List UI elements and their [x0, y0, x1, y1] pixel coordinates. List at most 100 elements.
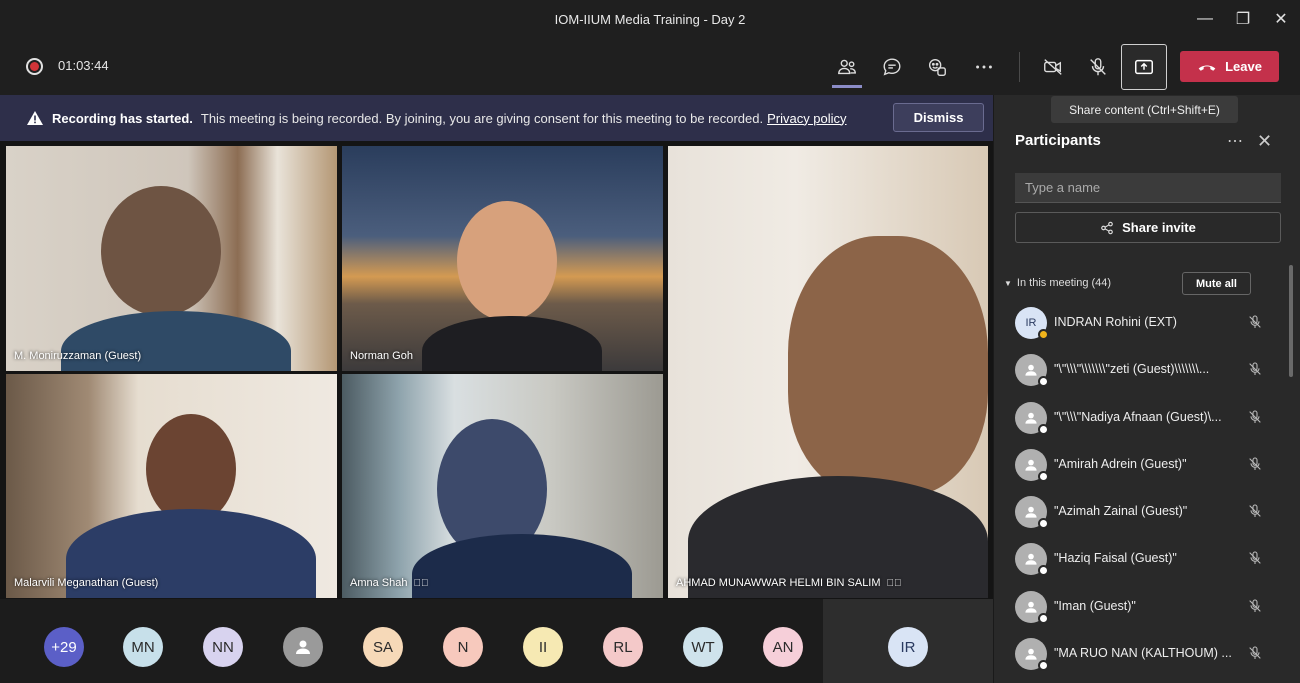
avatar	[1015, 401, 1049, 435]
presence-badge	[1038, 612, 1049, 624]
chat-icon	[883, 58, 901, 76]
presence-badge	[1038, 329, 1049, 340]
chevron-down-icon: ▼	[1004, 278, 1012, 288]
participant-video-body	[412, 534, 632, 598]
banner-title: Recording has started.	[52, 110, 193, 126]
avatar	[1015, 354, 1049, 388]
mic-off-icon[interactable]	[1247, 314, 1263, 330]
mic-off-icon[interactable]	[1247, 645, 1263, 661]
recording-icon	[26, 58, 43, 75]
section-label: In this meeting (44)	[1016, 277, 1112, 289]
avatar[interactable]: NN	[203, 627, 243, 667]
avatar[interactable]: MN	[123, 627, 163, 667]
participant-row[interactable]: IR INDRAN Rohini (EXT)	[994, 298, 1294, 345]
panel-title: Participants	[1015, 132, 1101, 149]
avatar	[1015, 638, 1049, 672]
search-input[interactable]	[1015, 173, 1281, 203]
participant-video-person	[146, 414, 236, 524]
meeting-toolbar: 01:03:44 Leave	[0, 38, 1300, 95]
dismiss-button[interactable]: Dismiss	[893, 103, 984, 132]
hang-up-icon	[1198, 65, 1216, 71]
person-icon	[1025, 648, 1037, 660]
participants-panel: Participants ⋯ ✕ Share invite ▼ In this …	[993, 95, 1300, 683]
person-icon	[1025, 554, 1037, 566]
video-tile[interactable]: Malarvili Meganathan (Guest)	[6, 374, 337, 598]
video-name-label: Malarvili Meganathan (Guest)	[14, 577, 159, 589]
panel-scrollbar[interactable]	[1289, 265, 1293, 377]
avatar-initials: N	[457, 638, 469, 656]
camera-off-icon	[1044, 59, 1062, 75]
video-name-text: AHMAD MUNAWWAR HELMI BIN SALIM	[676, 577, 881, 589]
mic-off-icon	[1090, 58, 1106, 76]
mic-off-icon[interactable]	[1247, 361, 1263, 377]
mic-off-icon[interactable]	[1247, 409, 1263, 425]
participant-name: "Amirah Adrein (Guest)"	[1054, 456, 1187, 471]
avatar[interactable]	[283, 627, 323, 667]
close-icon[interactable]: ✕	[1262, 0, 1300, 38]
participants-button[interactable]	[832, 52, 862, 82]
avatar[interactable]: WT	[683, 627, 723, 667]
share-content-button[interactable]	[1121, 44, 1167, 90]
share-invite-label: Share invite	[1122, 220, 1196, 235]
toolbar-divider	[1019, 52, 1020, 82]
mute-all-button[interactable]: Mute all	[1182, 272, 1251, 295]
title-bar: IOM-IIUM Media Training - Day 2 — ❐ ✕	[0, 0, 1300, 38]
avatar-initials: WT	[691, 638, 715, 656]
video-name-label: M. Moniruzzaman (Guest)	[14, 350, 142, 362]
participant-row[interactable]: "\"\\\"\\\\\\\"zeti (Guest)\\\\\\\...	[994, 345, 1294, 392]
microphone-button[interactable]	[1083, 52, 1113, 82]
avatar-initials: SA	[372, 638, 393, 656]
share-screen-icon	[1135, 59, 1153, 75]
mic-off-icon[interactable]	[1247, 456, 1263, 472]
mic-off-icon[interactable]	[1247, 550, 1263, 566]
avatar-initials: IR	[900, 638, 916, 656]
participant-row[interactable]: "Haziq Faisal (Guest)"	[994, 534, 1294, 581]
chat-button[interactable]	[877, 52, 907, 82]
more-icon[interactable]: ⋯	[1227, 131, 1244, 151]
reactions-button[interactable]	[922, 52, 952, 82]
avatar: IR	[1015, 307, 1049, 340]
leave-button[interactable]: Leave	[1180, 51, 1279, 82]
participant-row[interactable]: "Amirah Adrein (Guest)"	[994, 440, 1294, 487]
minimize-icon[interactable]: —	[1186, 0, 1224, 38]
video-tile[interactable]: AHMAD MUNAWWAR HELMI BIN SALIM 🎙⃠	[668, 146, 988, 598]
mic-off-icon[interactable]	[1247, 503, 1263, 519]
restore-icon[interactable]: ❐	[1224, 0, 1262, 38]
video-tile[interactable]: Norman Goh	[342, 146, 663, 371]
participant-name: "Azimah Zainal (Guest)"	[1054, 504, 1188, 519]
close-icon[interactable]: ✕	[1257, 131, 1272, 152]
participant-row[interactable]: "Iman (Guest)"	[994, 582, 1294, 629]
participant-video-body	[422, 316, 602, 371]
avatar[interactable]: N	[443, 627, 483, 667]
participant-video-person	[788, 236, 988, 496]
participants-icon	[838, 59, 856, 75]
avatar[interactable]: AN	[763, 627, 803, 667]
participant-name: "MA RUO NAN (KALTHOUM) ...	[1054, 646, 1232, 661]
privacy-policy-link[interactable]: Privacy policy	[767, 111, 846, 126]
camera-button[interactable]	[1038, 52, 1068, 82]
participant-row[interactable]: "\"\\\"Nadiya Afnaan (Guest)\...	[994, 393, 1294, 440]
participant-row[interactable]: "MA RUO NAN (KALTHOUM) ...	[994, 629, 1294, 676]
recording-banner: Recording has started. This meeting is b…	[0, 95, 993, 141]
avatar-initials: IR	[1025, 317, 1037, 329]
avatar[interactable]: II	[523, 627, 563, 667]
avatar-initials: II	[538, 638, 548, 656]
share-invite-button[interactable]: Share invite	[1015, 212, 1281, 243]
more-actions-button[interactable]	[969, 52, 999, 82]
in-meeting-section-header[interactable]: ▼ In this meeting (44)	[1004, 277, 1111, 289]
participant-name: "Iman (Guest)"	[1054, 598, 1136, 613]
avatar[interactable]: RL	[603, 627, 643, 667]
video-name-label: Amna Shah 🎙⃠	[350, 577, 428, 589]
overflow-count-avatar[interactable]: +29	[44, 627, 84, 667]
mic-off-icon[interactable]	[1247, 598, 1263, 614]
participant-row[interactable]: "Azimah Zainal (Guest)"	[994, 487, 1294, 534]
video-tile[interactable]: M. Moniruzzaman (Guest)	[6, 146, 337, 371]
presence-badge	[1038, 376, 1049, 388]
participant-name: INDRAN Rohini (EXT)	[1054, 315, 1177, 329]
avatar[interactable]: SA	[363, 627, 403, 667]
presence-badge	[1038, 423, 1049, 435]
video-tile[interactable]: Amna Shah 🎙⃠	[342, 374, 663, 598]
video-name-label: Norman Goh	[350, 350, 413, 362]
presence-badge	[1038, 565, 1049, 577]
self-video-tile[interactable]: IR	[823, 599, 993, 683]
